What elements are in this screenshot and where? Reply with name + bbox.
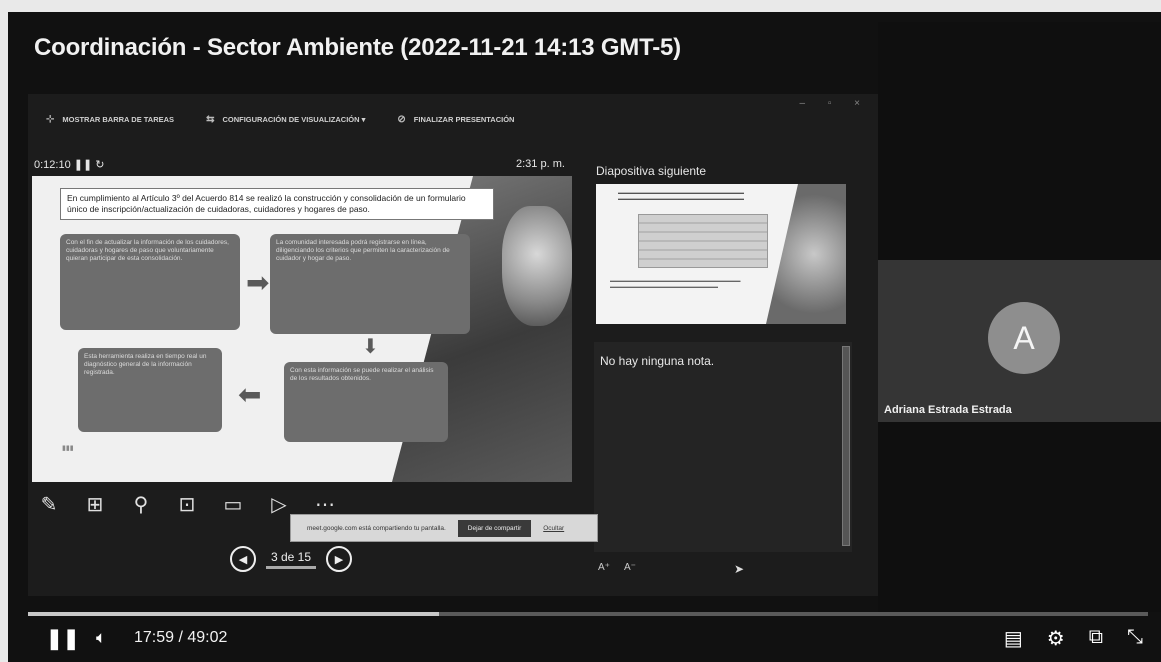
captions-icon[interactable]: ▤ [1004, 626, 1023, 651]
player-controls: ❚❚ 🔈︎ 17:59 / 49:02 ▤ ⚙ ⧉ ⤡ [8, 616, 1161, 662]
end-presentation-button[interactable]: ⊘ FINALIZAR PRESENTACIÓN [397, 114, 514, 125]
presentation-timer: 0:12:10 ❚❚ ↻ [34, 159, 105, 171]
pause-button[interactable]: ❚❚ [46, 626, 80, 651]
taskbar-icon: ⊹ [46, 114, 55, 125]
zoom-icon[interactable]: ⚲ [128, 492, 154, 517]
slide-intro-text: En cumplimiento al Artículo 3º del Acuer… [60, 188, 494, 220]
pen-icon[interactable]: ✎ [36, 492, 62, 517]
notes-scrollbar[interactable] [842, 346, 850, 546]
window-controls: ‒ ▫ × [799, 98, 870, 109]
slide-logo: ▮▮▮ [62, 445, 74, 452]
show-taskbar-button[interactable]: ⊹ MOSTRAR BARRA DE TAREAS [46, 114, 174, 125]
display-settings-button[interactable]: ⇆ CONFIGURACIÓN DE VISUALIZACIÓN ▾ [206, 114, 365, 125]
stop-sharing-button[interactable]: Dejar de compartir [457, 519, 532, 537]
empty-participant-area [878, 22, 1161, 260]
hide-share-bar-button[interactable]: Ocultar [543, 525, 564, 532]
screen-share-bar: meet.google.com está compartiendo tu pan… [290, 514, 598, 542]
notes-text: No hay ninguna nota. [600, 354, 715, 368]
next-slide-button[interactable]: ▶ [326, 546, 352, 572]
restart-timer-icon[interactable]: ↻ [95, 159, 104, 171]
pause-icon: ❚❚ [46, 628, 80, 650]
subtitles-icon[interactable]: ▭ [220, 492, 246, 517]
exit-fullscreen-icon[interactable]: ⤡ [1127, 626, 1143, 651]
slide-box-4: Con esta información se puede realizar e… [284, 362, 448, 442]
mouse-cursor-icon: ➤ [734, 562, 745, 576]
speaker-notes[interactable]: No hay ninguna nota. [594, 342, 852, 552]
participant-tile[interactable]: A Adriana Estrada Estrada [878, 260, 1161, 422]
increase-font-button[interactable]: A⁺ [598, 562, 610, 573]
cat-photo [766, 184, 846, 324]
right-controls: ▤ ⚙ ⧉ ⤡ [1004, 626, 1143, 651]
next-slide-label: Diapositiva siguiente [596, 164, 707, 178]
next-slide-table [638, 214, 768, 268]
slide-box-1: Con el fin de actualizar la información … [60, 234, 240, 330]
slide-box-3: Esta herramienta realiza en tiempo real … [78, 348, 222, 432]
decrease-font-button[interactable]: A⁻ [624, 562, 636, 573]
slide-box-2: La comunidad interesada podrá registrars… [270, 234, 470, 334]
share-message: meet.google.com está compartiendo tu pan… [307, 524, 446, 532]
volume-button[interactable]: 🔈︎ [96, 628, 106, 648]
font-size-controls: A⁺ A⁻ [598, 562, 636, 573]
slides-grid-icon[interactable]: ⊞ [82, 492, 108, 517]
current-slide: En cumplimiento al Artículo 3º del Acuer… [32, 176, 572, 482]
arrow-right-icon: ➡ [246, 267, 270, 298]
presenter-clock: 2:31 p. m. [516, 158, 565, 170]
display-icon: ⇆ [206, 114, 215, 125]
slide-counter: 3 de 15 [266, 550, 316, 569]
video-title: Coordinación - Sector Ambiente (2022-11-… [34, 34, 681, 61]
next-slide-footer-text: ▬▬▬▬▬▬▬▬▬▬▬▬▬▬▬▬▬▬▬▬▬▬▬▬▬▬▬▬▬ ▬▬▬▬▬▬▬▬▬▬… [610, 278, 741, 289]
participant-name: Adriana Estrada Estrada [884, 404, 1012, 416]
miniplayer-icon[interactable]: ⧉ [1089, 626, 1103, 651]
chevron-right-icon: ▶ [334, 553, 344, 566]
next-slide-text: ▬▬▬▬▬▬▬▬▬▬▬▬▬▬▬▬▬▬▬▬▬▬▬▬▬▬▬▬ ▬▬▬▬▬▬▬▬▬▬▬… [618, 190, 744, 201]
volume-icon: 🔈︎ [96, 628, 107, 647]
avatar: A [988, 302, 1060, 374]
presenter-toolbar: ⊹ MOSTRAR BARRA DE TAREAS ⇆ CONFIGURACIÓN … [46, 114, 514, 125]
arrow-down-icon: ⬇ [362, 336, 379, 358]
video-player[interactable]: Coordinación - Sector Ambiente (2022-11-… [8, 12, 1161, 662]
chevron-left-icon: ◀ [238, 553, 248, 566]
next-slide-thumbnail[interactable]: ▬▬▬▬▬▬▬▬▬▬▬▬▬▬▬▬▬▬▬▬▬▬▬▬▬▬▬▬ ▬▬▬▬▬▬▬▬▬▬▬… [596, 184, 846, 324]
prev-slide-button[interactable]: ◀ [230, 546, 256, 572]
pause-timer-icon[interactable]: ❚❚ [74, 159, 92, 171]
camera-off-icon[interactable]: ▷ [266, 492, 292, 517]
arrow-left-icon: ⬅ [238, 379, 262, 410]
empty-participant-area-bottom [878, 422, 1161, 612]
gear-icon[interactable]: ⚙ [1047, 626, 1065, 651]
end-icon: ⊘ [397, 114, 406, 125]
time-display: 17:59 / 49:02 [134, 629, 228, 646]
dog-face-image [502, 206, 572, 326]
slide-pager: ◀ 3 de 15 ▶ [230, 546, 352, 572]
presenter-screen-icon[interactable]: ⊡ [174, 492, 200, 517]
presenter-view: ‒ ▫ × ⊹ MOSTRAR BARRA DE TAREAS ⇆ CONFIGUR… [28, 94, 878, 596]
